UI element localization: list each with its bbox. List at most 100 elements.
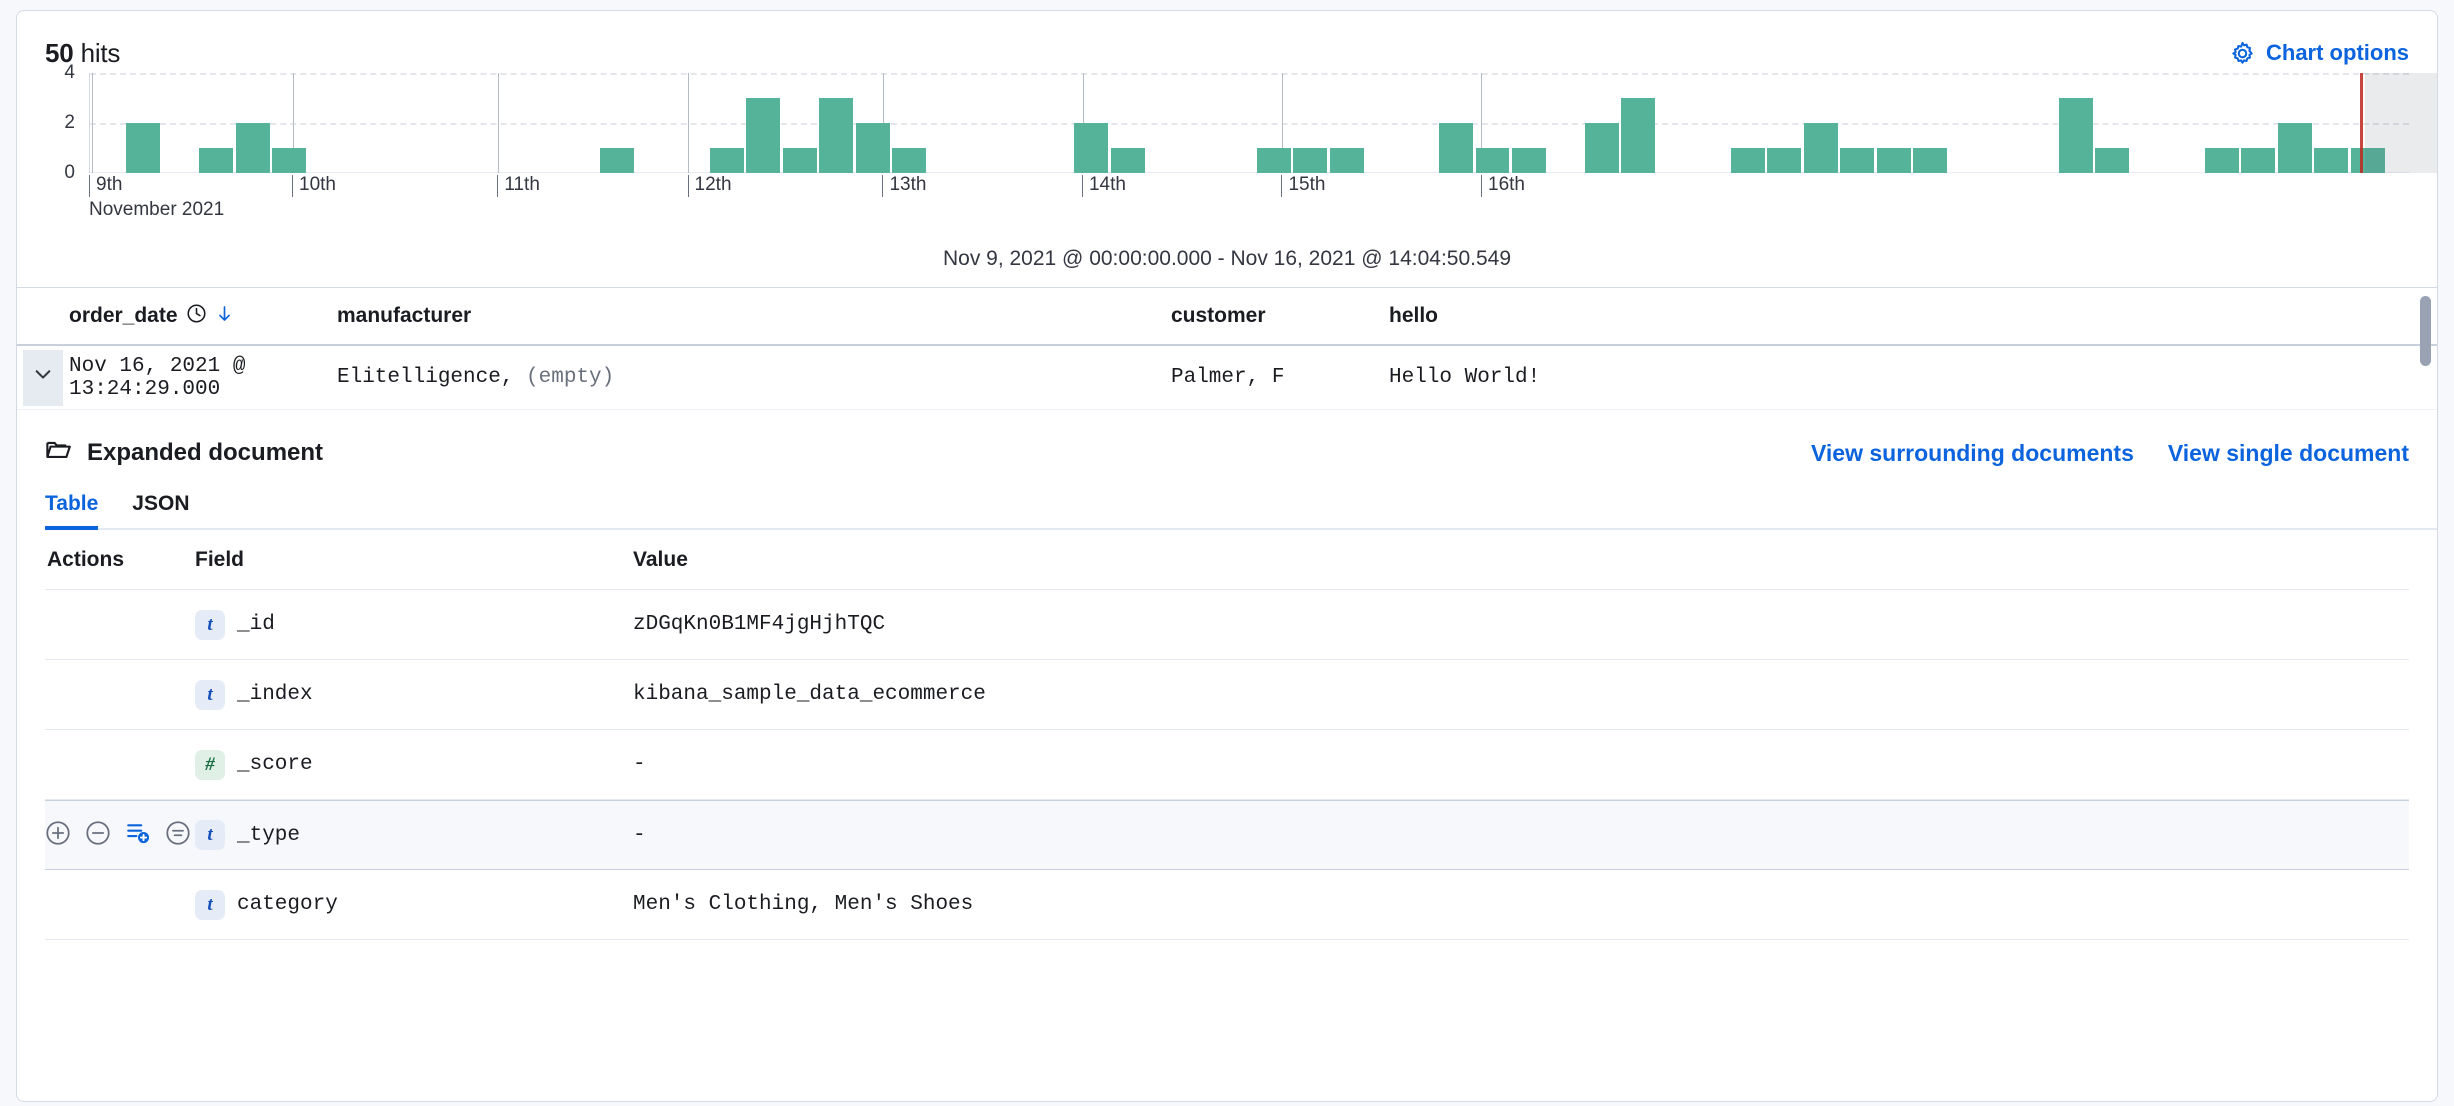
string-field-type-icon: t [195,820,225,850]
toggle-column-in-table-icon[interactable] [125,820,151,851]
string-field-type-icon: t [195,680,225,710]
histogram-bar[interactable] [819,98,853,173]
histogram-bar[interactable] [2095,148,2129,173]
chart-options-button[interactable]: Chart options [2230,40,2409,66]
histogram-bar[interactable] [1731,148,1765,173]
histogram-bar[interactable] [1257,148,1291,173]
histogram-bar[interactable] [1111,148,1145,173]
expanded-document-header: Expanded document View surrounding docum… [45,436,2409,470]
filter-out-value-icon[interactable] [85,820,111,851]
arrow-down-icon[interactable] [215,304,234,329]
field-name-cell: t_id [195,610,633,640]
y-tick-label: 2 [64,112,75,134]
histogram-bar[interactable] [1585,123,1619,173]
histogram-bar[interactable] [1293,148,1327,173]
field-name: _index [237,683,313,706]
histogram-bar[interactable] [2205,148,2239,173]
x-tick-label: 14th [1082,175,1126,197]
gear-icon [2230,41,2255,66]
row-actions [45,820,195,851]
histogram-bar[interactable] [710,148,744,173]
field-value: kibana_sample_data_ecommerce [633,683,2409,706]
histogram-bar[interactable] [2278,123,2312,173]
histogram-bar[interactable] [1804,123,1838,173]
y-tick-label: 4 [64,62,75,84]
x-tick-label: 11th [497,175,540,197]
histogram-bar[interactable] [1330,148,1364,173]
expanded-document-tabs: Table JSON [45,492,2409,530]
filter-for-field-present-icon[interactable] [165,820,191,851]
tab-label: JSON [132,492,189,515]
x-tick-label: 12th [688,175,732,197]
expanded-document-title-label: Expanded document [87,439,323,467]
tab-json[interactable]: JSON [132,492,189,530]
column-header-label: manufacturer [337,304,471,327]
header-value: Value [633,548,2409,572]
histogram-bar[interactable] [2241,148,2275,173]
histogram-bar[interactable] [1621,98,1655,173]
histogram-bar[interactable] [1074,123,1108,173]
chevron-down-icon [32,363,54,392]
cell-hello: Hello World! [1389,366,2437,389]
header-field: Field [195,548,633,572]
expanded-document-title: Expanded document [45,436,323,470]
number-field-type-icon: # [195,750,225,780]
table-scrollbar[interactable] [2420,296,2431,996]
plot-area[interactable] [89,73,2409,173]
column-header-customer[interactable]: customer [1171,304,1389,328]
histogram-chart[interactable]: 4 2 0 9th [17,73,2437,233]
table-scrollbar-thumb[interactable] [2420,296,2431,366]
column-header-hello[interactable]: hello [1389,304,2437,328]
tab-table[interactable]: Table [45,492,98,530]
x-tick-label: 9th [89,175,122,197]
histogram-bar[interactable] [1512,148,1546,173]
filter-for-value-icon[interactable] [45,820,71,851]
histogram-bar[interactable] [2314,148,2348,173]
histogram-bar[interactable] [272,148,306,173]
x-tick-label: 15th [1281,175,1325,197]
histogram-bar[interactable] [892,148,926,173]
field-table-row[interactable]: t _index kibana_sample_data_ecommerce [45,660,2409,730]
histogram-bars [90,73,2409,173]
column-header-order-date[interactable]: order_date [69,303,337,330]
field-table-row[interactable]: t_type- [45,800,2409,870]
histogram-bar[interactable] [783,148,817,173]
view-surrounding-documents-link[interactable]: View surrounding documents [1811,440,2134,467]
histogram-bar[interactable] [236,123,270,173]
tab-label: Table [45,492,98,515]
field-table-row[interactable]: tcategoryMen's Clothing, Men's Shoes [45,870,2409,940]
histogram-bar[interactable] [199,148,233,173]
expanded-document-links: View surrounding documents View single d… [1811,440,2409,467]
x-tick-label: 16th [1481,175,1525,197]
histogram-bar[interactable] [1476,148,1510,173]
field-name-cell: #_score [195,750,633,780]
collapse-row-button[interactable] [23,350,63,406]
cell-order-date: Nov 16, 2021 @ 13:24:29.000 [69,355,337,401]
field-table-row[interactable]: #_score- [45,730,2409,800]
y-tick-label: 0 [64,162,75,184]
histogram-bar[interactable] [600,148,634,173]
column-header-label: hello [1389,304,1438,327]
field-table-row[interactable]: t_idzDGqKn0B1MF4jgHjhTQC [45,590,2409,660]
histogram-bar[interactable] [1439,123,1473,173]
range-end-marker [2360,73,2363,173]
table-row[interactable]: Nov 16, 2021 @ 13:24:29.000 Elitelligenc… [17,346,2437,410]
field-value: - [633,753,2409,776]
histogram-bar[interactable] [856,123,890,173]
histogram-bar[interactable] [126,123,160,173]
field-name-cell: t _index [195,680,633,710]
field-name: category [237,893,338,916]
histogram-bar[interactable] [1913,148,1947,173]
cell-manufacturer: Elitelligence, (empty) [337,366,1171,389]
column-header-manufacturer[interactable]: manufacturer [337,304,1171,328]
view-single-document-link[interactable]: View single document [2168,440,2409,467]
histogram-bar[interactable] [1767,148,1801,173]
x-axis: 9th November 2021 10th 11th 12th 13th 14… [89,173,2409,219]
histogram-bar[interactable] [1840,148,1874,173]
histogram-bar[interactable] [2059,98,2093,173]
time-range-label: Nov 9, 2021 @ 00:00:00.000 - Nov 16, 202… [17,233,2437,287]
histogram-bar[interactable] [746,98,780,173]
field-name: _type [237,824,300,847]
chart-options-label: Chart options [2266,40,2409,66]
histogram-bar[interactable] [1877,148,1911,173]
